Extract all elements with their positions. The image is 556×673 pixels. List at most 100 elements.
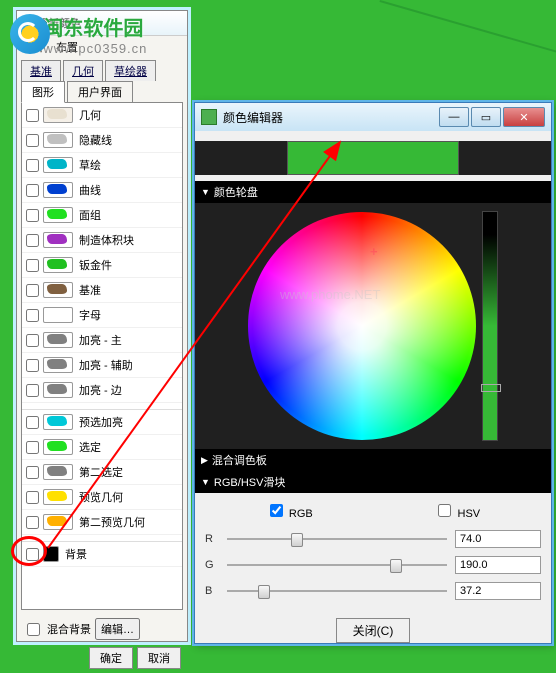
color-swatch[interactable] [43,514,73,530]
tab-ui[interactable]: 用户界面 [67,81,133,103]
color-swatch[interactable] [43,546,59,562]
item-checkbox[interactable] [26,441,39,454]
menu-file[interactable]: 文件 [23,42,45,54]
color-swatch[interactable] [43,257,73,273]
item-checkbox[interactable] [26,134,39,147]
rgb-radio-label[interactable]: RGB [266,501,313,520]
r-input[interactable] [455,530,541,548]
item-checkbox[interactable] [26,209,39,222]
item-checkbox[interactable] [26,516,39,529]
r-slider[interactable] [227,531,447,547]
list-item[interactable]: 面组 [22,203,182,228]
edit-button[interactable]: 编辑… [95,618,140,640]
rgb-checkbox[interactable] [270,504,283,517]
window-icon [201,109,217,125]
g-slider[interactable] [227,557,447,573]
color-wheel[interactable]: + [248,212,476,440]
item-label: 加亮 - 辅助 [79,357,133,373]
color-swatch[interactable] [43,282,73,298]
expand-icon: ▶ [201,455,208,466]
color-swatch[interactable] [43,464,73,480]
g-knob[interactable] [390,559,402,573]
list-item[interactable]: 草绘 [22,153,182,178]
wheel-header[interactable]: ▼颜色轮盘 [195,181,551,203]
item-checkbox[interactable] [26,259,39,272]
tab-datum[interactable]: 基准 [21,60,61,81]
color-swatch[interactable] [43,382,73,398]
color-swatch[interactable] [43,489,73,505]
color-swatch[interactable] [43,182,73,198]
color-swatch[interactable] [43,414,73,430]
item-label: 隐藏线 [79,132,112,148]
ok-button[interactable]: 确定 [89,647,133,669]
list-item[interactable]: 预览几何 [22,485,182,510]
item-label: 背景 [65,546,87,562]
list-item[interactable]: 第二选定 [22,460,182,485]
tab-graphics[interactable]: 图形 [21,81,65,103]
list-item[interactable]: 背景 [22,542,182,567]
list-item[interactable]: 几何 [22,103,182,128]
b-slider[interactable] [227,583,447,599]
r-slider-row: R [205,526,541,552]
list-item[interactable]: 钣金件 [22,253,182,278]
list-item[interactable]: 曲线 [22,178,182,203]
item-checkbox[interactable] [26,184,39,197]
item-checkbox[interactable] [26,309,39,322]
item-checkbox[interactable] [26,359,39,372]
color-swatch[interactable] [43,132,73,148]
item-checkbox[interactable] [26,334,39,347]
item-checkbox[interactable] [26,548,39,561]
item-checkbox[interactable] [26,384,39,397]
hsv-radio-label[interactable]: HSV [434,501,480,520]
list-item[interactable]: 加亮 - 辅助 [22,353,182,378]
list-item[interactable]: 选定 [22,435,182,460]
hsv-checkbox[interactable] [438,504,451,517]
list-item[interactable]: 加亮 - 主 [22,328,182,353]
item-label: 预选加亮 [79,414,123,430]
value-handle[interactable] [481,384,501,392]
value-bar[interactable] [482,211,498,441]
item-checkbox[interactable] [26,466,39,479]
item-label: 钣金件 [79,257,112,273]
color-swatch[interactable] [43,307,73,323]
item-checkbox[interactable] [26,234,39,247]
list-item[interactable]: 加亮 - 边 [22,378,182,403]
g-input[interactable] [455,556,541,574]
tab-geometry[interactable]: 几何 [63,60,103,81]
color-swatch[interactable] [43,357,73,373]
list-item[interactable]: 字母 [22,303,182,328]
item-checkbox[interactable] [26,491,39,504]
mix-bg-row: 混合背景 编辑… [17,615,187,643]
color-list: 几何隐藏线草绘曲线面组制造体积块钣金件基准字母加亮 - 主加亮 - 辅助加亮 -… [21,102,183,610]
color-swatch[interactable] [43,157,73,173]
window-icon [21,17,33,29]
cancel-button[interactable]: 取消 [137,647,181,669]
rgbhsv-header[interactable]: ▼RGB/HSV滑块 [195,471,551,493]
list-item[interactable]: 预选加亮 [22,410,182,435]
r-knob[interactable] [291,533,303,547]
item-checkbox[interactable] [26,284,39,297]
mix-header[interactable]: ▶混合调色板 [195,449,551,471]
mix-bg-checkbox[interactable] [27,623,40,636]
color-swatch[interactable] [43,232,73,248]
color-swatch[interactable] [43,107,73,123]
close-dialog-button[interactable]: 关闭(C) [336,618,411,643]
tab-sketcher[interactable]: 草绘器 [105,60,156,81]
list-item[interactable]: 第二预览几何 [22,510,182,535]
item-checkbox[interactable] [26,159,39,172]
menu-arrange[interactable]: 布置 [56,42,78,54]
list-item[interactable]: 制造体积块 [22,228,182,253]
color-swatch[interactable] [43,439,73,455]
b-input[interactable] [455,582,541,600]
titlebar[interactable]: 至新颜色 [17,11,187,36]
list-item[interactable]: 基准 [22,278,182,303]
color-swatch[interactable] [43,332,73,348]
color-options-window: 至新颜色 文件 布置 基准 几何 草绘器 图形 用户界面 几何隐藏线草绘曲线面组… [16,10,188,642]
list-item[interactable]: 隐藏线 [22,128,182,153]
color-swatch[interactable] [43,207,73,223]
item-label: 基准 [79,282,101,298]
item-checkbox[interactable] [26,416,39,429]
item-label: 预览几何 [79,489,123,505]
b-knob[interactable] [258,585,270,599]
item-checkbox[interactable] [26,109,39,122]
